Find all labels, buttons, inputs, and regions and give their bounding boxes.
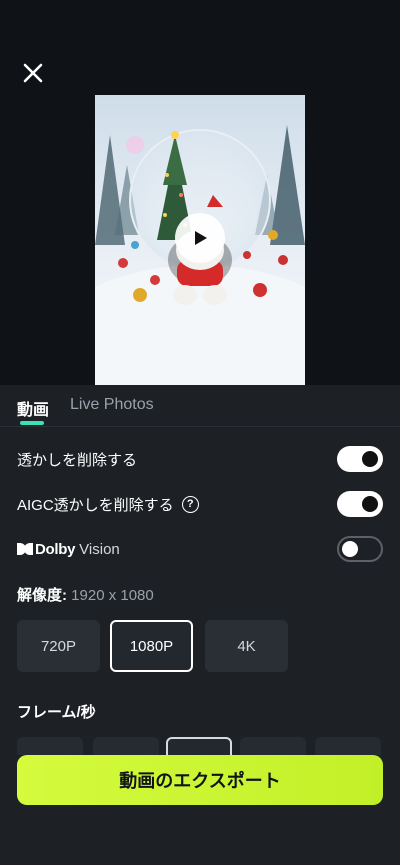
remove-aigc-watermark-row: AIGC透かしを削除する ? — [17, 489, 383, 519]
close-icon — [23, 63, 43, 83]
dolby-vision-label: Vision — [79, 540, 120, 558]
fps-option-selected[interactable] — [166, 737, 232, 755]
video-preview[interactable] — [95, 95, 305, 385]
tab-video[interactable]: 動画 — [17, 396, 49, 420]
remove-aigc-watermark-label: AIGC透かしを削除する ? — [17, 494, 199, 515]
dolby-vision-logo: Dolby Vision — [17, 541, 120, 558]
dolby-vision-row: Dolby Vision — [17, 534, 383, 564]
resolution-4k-button[interactable]: 4K — [205, 620, 288, 672]
tab-live-photos[interactable]: Live Photos — [70, 396, 154, 414]
fps-option[interactable] — [240, 737, 306, 755]
play-button[interactable] — [175, 213, 225, 263]
toggle-knob — [362, 451, 378, 467]
resolution-720p-button[interactable]: 720P — [17, 620, 100, 672]
fps-option[interactable] — [17, 737, 83, 755]
fps-label: フレーム/秒 — [17, 704, 96, 721]
resolution-key: 解像度: — [17, 587, 67, 604]
fps-option[interactable] — [315, 737, 381, 755]
dolby-icon — [17, 543, 33, 555]
close-button[interactable] — [20, 60, 46, 86]
toggle-knob — [362, 496, 378, 512]
remove-watermark-label: 透かしを削除する — [17, 451, 138, 469]
resolution-1080p-button[interactable]: 1080P — [110, 620, 193, 672]
toggle-knob — [342, 541, 358, 557]
resolution-label: 解像度: 1920 x 1080 — [17, 584, 154, 605]
fps-option[interactable] — [93, 737, 159, 755]
remove-watermark-toggle[interactable] — [337, 446, 383, 472]
remove-aigc-watermark-text: AIGC透かしを削除する — [17, 496, 174, 514]
remove-aigc-watermark-toggle[interactable] — [337, 491, 383, 517]
dolby-vision-toggle[interactable] — [337, 536, 383, 562]
help-icon[interactable]: ? — [181, 495, 199, 513]
dolby-brand: Dolby — [35, 540, 76, 558]
resolution-value: 1920 x 1080 — [71, 587, 154, 604]
remove-watermark-row: 透かしを削除する — [17, 444, 383, 474]
fps-options — [0, 735, 400, 755]
play-icon — [195, 231, 207, 245]
tab-bar: 動画 Live Photos — [0, 385, 400, 427]
export-video-button[interactable]: 動画のエクスポート — [17, 755, 383, 805]
active-tab-indicator — [20, 421, 44, 425]
